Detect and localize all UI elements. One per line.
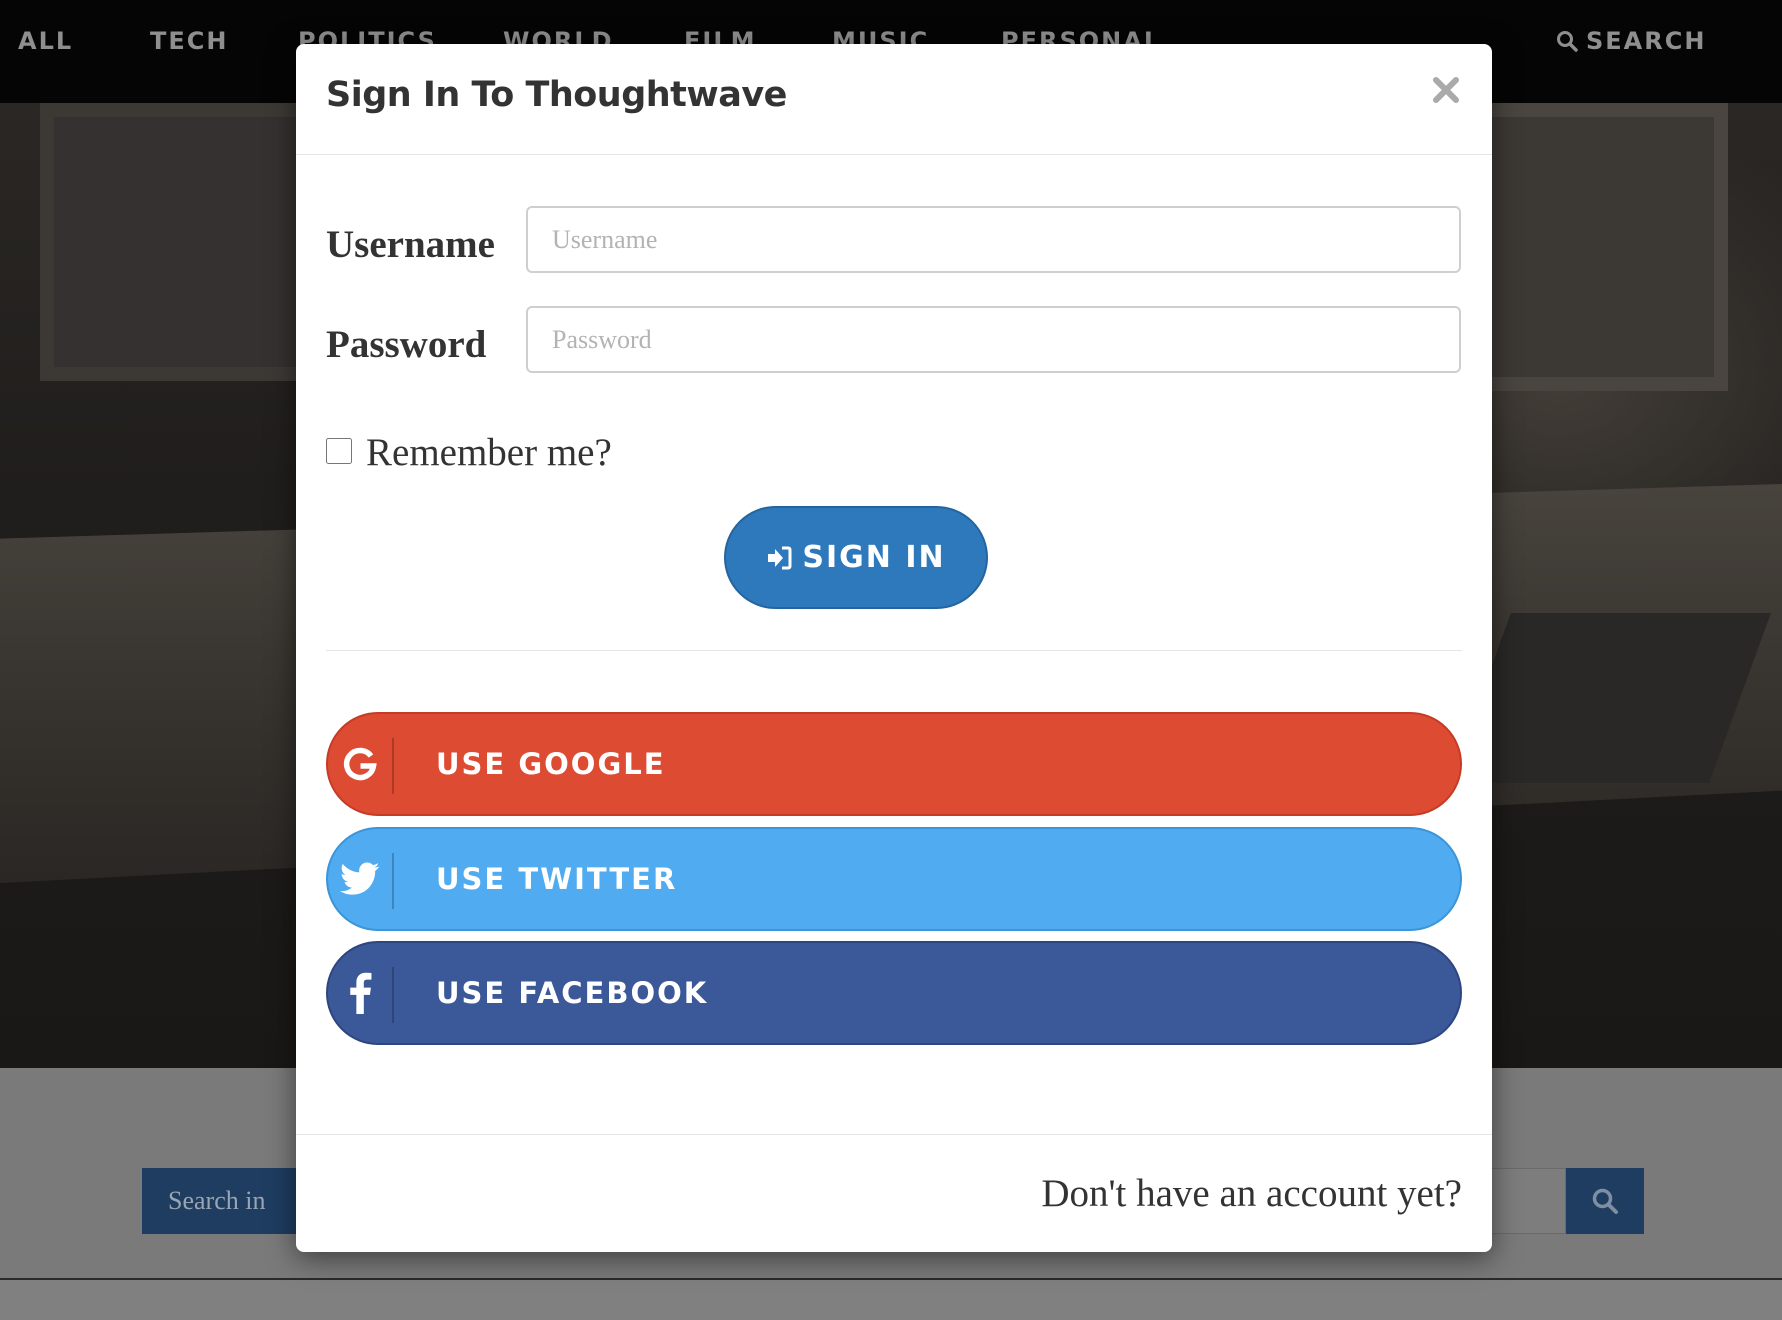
google-signin-button[interactable]: USE GOOGLE bbox=[326, 712, 1462, 816]
facebook-icon bbox=[328, 943, 392, 1043]
search-icon bbox=[1557, 31, 1578, 52]
modal-title: Sign In To Thoughtwave bbox=[326, 75, 787, 115]
modal-footer: Don't have an account yet? bbox=[296, 1134, 1492, 1253]
icon-separator bbox=[392, 853, 394, 909]
search-icon bbox=[1592, 1188, 1618, 1214]
icon-separator bbox=[392, 967, 394, 1023]
twitter-signin-button[interactable]: USE TWITTER bbox=[326, 827, 1462, 931]
search-in-dropdown[interactable]: Search in bbox=[142, 1168, 302, 1234]
sign-in-icon bbox=[768, 546, 792, 569]
nav-search-button[interactable]: SEARCH bbox=[1556, 26, 1706, 56]
twitter-button-label: USE TWITTER bbox=[436, 862, 678, 896]
username-label: Username bbox=[326, 223, 495, 266]
password-label: Password bbox=[326, 323, 487, 366]
nav-search-label: SEARCH bbox=[1586, 27, 1707, 55]
icon-separator bbox=[392, 738, 394, 794]
register-link[interactable]: Don't have an account yet? bbox=[1041, 1171, 1462, 1216]
signin-modal: Sign In To Thoughtwave Username Password… bbox=[296, 44, 1492, 1252]
close-icon bbox=[1433, 77, 1459, 103]
facebook-signin-button[interactable]: USE FACEBOOK bbox=[326, 941, 1462, 1045]
facebook-button-label: USE FACEBOOK bbox=[436, 976, 709, 1010]
nav-item-all[interactable]: ALL bbox=[18, 26, 73, 56]
hero-window-right bbox=[1470, 103, 1728, 391]
modal-header: Sign In To Thoughtwave bbox=[296, 44, 1492, 155]
google-button-label: USE GOOGLE bbox=[436, 747, 666, 781]
password-input[interactable] bbox=[526, 306, 1461, 373]
remember-me-checkbox[interactable] bbox=[326, 437, 352, 464]
page-footer bbox=[0, 1280, 1782, 1320]
section-divider bbox=[326, 650, 1462, 651]
close-button[interactable] bbox=[1426, 70, 1466, 110]
nav-item-tech[interactable]: TECH bbox=[150, 26, 228, 56]
sign-in-label: SIGN IN bbox=[802, 540, 946, 575]
google-icon bbox=[328, 714, 392, 814]
remember-me-label: Remember me? bbox=[366, 431, 612, 474]
background-search-input[interactable] bbox=[1480, 1168, 1566, 1234]
twitter-icon bbox=[328, 829, 392, 929]
background-search-button[interactable] bbox=[1566, 1168, 1644, 1234]
sign-in-button[interactable]: SIGN IN bbox=[724, 506, 988, 609]
username-input[interactable] bbox=[526, 206, 1461, 273]
hero-window-left bbox=[40, 103, 318, 381]
remember-me-row: Remember me? bbox=[326, 426, 612, 475]
